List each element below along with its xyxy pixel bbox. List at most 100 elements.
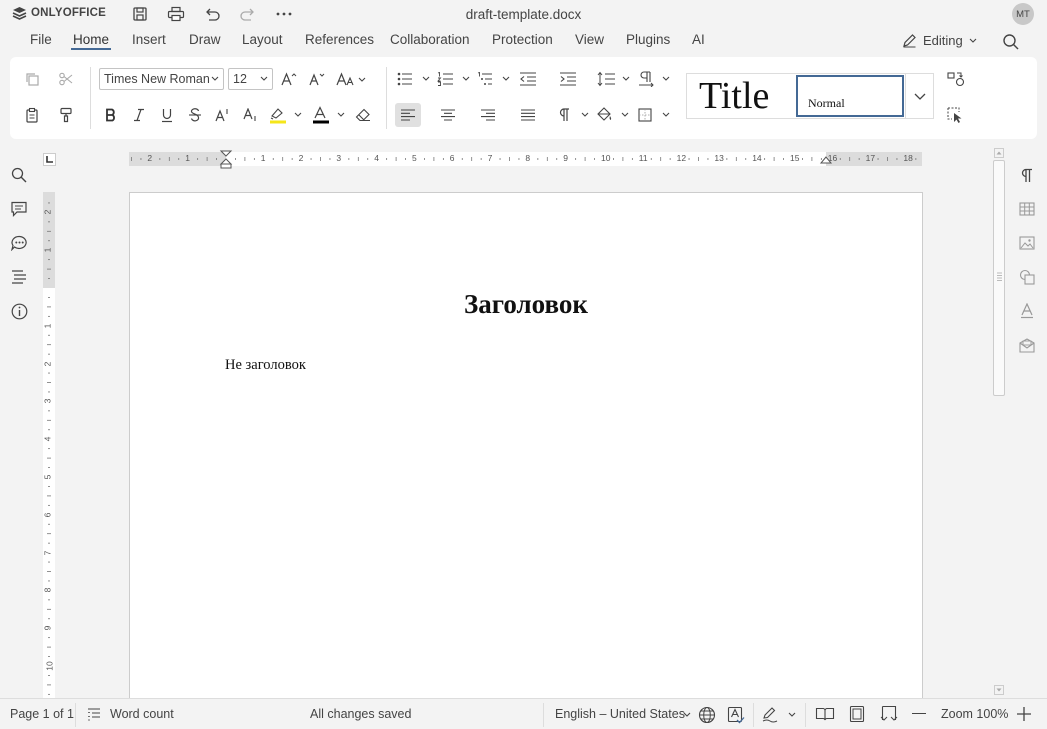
underline-button[interactable] (154, 103, 180, 127)
tab-home[interactable]: Home (73, 32, 109, 47)
document-heading[interactable]: Заголовок (130, 289, 922, 320)
scroll-up-icon[interactable] (994, 148, 1004, 158)
change-case-button[interactable] (334, 67, 372, 91)
align-left-button[interactable] (395, 103, 421, 127)
tab-ai[interactable]: AI (692, 32, 705, 47)
tab-file[interactable]: File (30, 32, 52, 47)
scroll-down-icon[interactable] (994, 685, 1004, 695)
spellcheck-button[interactable] (727, 706, 745, 724)
borders-button[interactable] (636, 103, 672, 127)
style-title[interactable]: Title (699, 75, 769, 117)
align-center-button[interactable] (435, 103, 461, 127)
vertical-scrollbar[interactable] (993, 148, 1005, 698)
line-spacing-button[interactable] (596, 67, 632, 91)
strikethrough-icon (189, 108, 201, 122)
tab-stop-selector[interactable] (43, 153, 56, 166)
navigation-panel-button[interactable] (8, 266, 30, 288)
underline-icon (162, 108, 172, 122)
format-painter-button[interactable] (53, 103, 79, 127)
track-changes-button[interactable] (762, 706, 798, 724)
ruler-number: 10 (44, 661, 55, 671)
about-panel-button[interactable] (8, 300, 30, 322)
tab-insert[interactable]: Insert (132, 32, 166, 47)
zoom-level[interactable]: Zoom 100% (941, 707, 1008, 721)
plus-icon (1017, 707, 1031, 721)
numbered-list-button[interactable] (436, 67, 472, 91)
vertical-ruler[interactable]: 2 1 1 2 3 4 5 6 7 8 9 10 (42, 192, 55, 698)
tab-collaboration[interactable]: Collaboration (390, 32, 470, 47)
tab-plugins[interactable]: Plugins (626, 32, 670, 47)
search-panel-button[interactable] (8, 164, 30, 186)
ruler-number: 12 (676, 153, 687, 163)
highlighter-icon (270, 108, 302, 124)
superscript-button[interactable] (210, 103, 236, 127)
replace-button[interactable] (943, 67, 969, 91)
shape-settings-button[interactable] (1016, 266, 1038, 288)
ruler-number: 1 (42, 323, 53, 329)
subscript-button[interactable] (238, 103, 264, 127)
tab-references[interactable]: References (305, 32, 374, 47)
justify-button[interactable] (515, 103, 541, 127)
decrease-font-button[interactable] (304, 67, 330, 91)
italic-button[interactable] (126, 103, 152, 127)
multilevel-list-button[interactable] (476, 67, 512, 91)
decrease-indent-button[interactable] (515, 67, 541, 91)
comments-panel-button[interactable] (8, 198, 30, 220)
image-settings-button[interactable] (1016, 232, 1038, 254)
indent-marker[interactable] (219, 150, 233, 170)
cut-button[interactable] (53, 67, 79, 91)
shading-button[interactable] (595, 103, 631, 127)
subscript-icon (243, 108, 256, 121)
mail-merge-button[interactable] (1016, 334, 1038, 356)
bullet-list-button[interactable] (396, 67, 432, 91)
chat-panel-button[interactable] (8, 232, 30, 254)
font-size-select[interactable]: 12 (228, 68, 273, 90)
right-indent-marker[interactable] (819, 156, 833, 168)
textart-settings-button[interactable] (1016, 300, 1038, 322)
nonprinting-characters-button[interactable] (555, 103, 591, 127)
paste-button[interactable] (19, 103, 45, 127)
strikethrough-button[interactable] (182, 103, 208, 127)
tab-view[interactable]: View (575, 32, 604, 47)
tab-protection[interactable]: Protection (492, 32, 553, 47)
copy-button[interactable] (19, 67, 45, 91)
document-page[interactable]: Заголовок Не заголовок (129, 192, 923, 712)
info-icon (11, 303, 27, 319)
styles-expand-button[interactable] (905, 74, 934, 118)
editing-mode-dropdown[interactable]: Editing (902, 33, 977, 48)
increase-indent-button[interactable] (555, 67, 581, 91)
tab-draw[interactable]: Draw (189, 32, 221, 47)
fit-width-button[interactable] (880, 705, 898, 723)
language-select[interactable]: English – United States (555, 707, 685, 721)
document-paragraph[interactable]: Не заголовок (225, 357, 306, 374)
paragraph-settings-button[interactable] (1016, 164, 1038, 186)
paragraph-direction-button[interactable] (636, 67, 672, 91)
tab-layout[interactable]: Layout (242, 32, 283, 47)
fit-page-button[interactable] (849, 705, 865, 723)
align-right-button[interactable] (475, 103, 501, 127)
font-color-button[interactable] (309, 103, 347, 127)
font-name-select[interactable]: Times New Roman (99, 68, 224, 90)
clipboard-icon (26, 107, 38, 123)
multipage-view-button[interactable] (815, 706, 835, 722)
zoom-out-button[interactable] (912, 713, 926, 715)
select-all-button[interactable] (943, 103, 969, 127)
scroll-thumb[interactable] (993, 160, 1005, 396)
doc-language-button[interactable] (698, 706, 716, 724)
table-settings-button[interactable] (1016, 198, 1038, 220)
grip-icon (997, 272, 1002, 281)
style-normal[interactable]: Normal (796, 75, 904, 117)
zoom-in-button[interactable] (1016, 706, 1032, 722)
horizontal-ruler[interactable]: 2 1 1 2 3 4 5 6 7 8 9 10 11 12 13 14 15 16 17 18 (129, 150, 922, 169)
highlight-color-button[interactable] (266, 103, 304, 127)
page-info[interactable]: Page 1 of 1 (10, 707, 74, 721)
search-button[interactable] (1002, 33, 1020, 51)
increase-font-button[interactable] (276, 67, 302, 91)
text-direction-icon (639, 71, 670, 87)
user-avatar[interactable]: MT (1012, 3, 1034, 25)
replace-icon (947, 72, 965, 87)
word-count-button[interactable]: Word count (110, 707, 174, 721)
bold-button[interactable] (98, 103, 124, 127)
ruler-ticks (47, 202, 51, 695)
clear-formatting-button[interactable] (350, 103, 376, 127)
